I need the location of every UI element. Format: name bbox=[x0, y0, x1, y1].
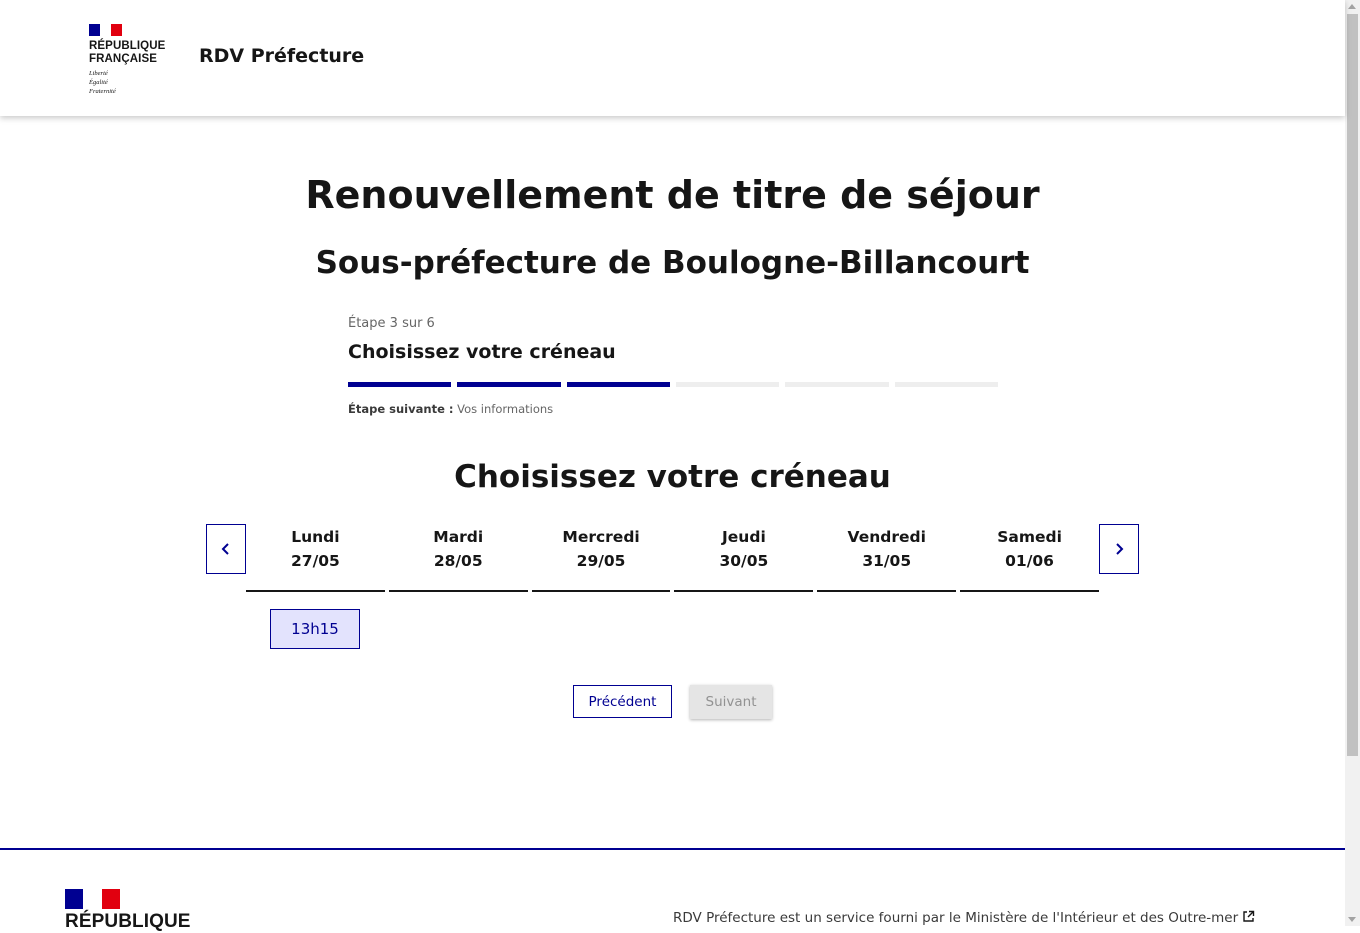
day-tab-mercredi[interactable]: Mercredi 29/05 bbox=[531, 524, 671, 592]
motto-fraternite: Fraternité bbox=[89, 88, 116, 95]
logo-text: RÉPUBLIQUE FRANÇAISE bbox=[89, 40, 165, 65]
step-bar-6 bbox=[894, 382, 998, 387]
day-date: 29/05 bbox=[576, 552, 626, 570]
day-name: Samedi bbox=[997, 528, 1062, 546]
scroll-up-icon[interactable] bbox=[1348, 4, 1356, 9]
section-title: Choisissez votre créneau bbox=[454, 459, 891, 495]
chevron-left-icon bbox=[221, 543, 229, 555]
footer-description-text: RDV Préfecture est un service fourni par… bbox=[673, 910, 1239, 926]
logo-line-1: RÉPUBLIQUE bbox=[89, 40, 166, 52]
page-title: Renouvellement de titre de séjour bbox=[305, 173, 1040, 217]
stepper-progress bbox=[348, 382, 998, 387]
day-name: Lundi bbox=[291, 528, 340, 546]
scrollbar-thumb[interactable] bbox=[1347, 14, 1358, 756]
step-bar-5 bbox=[785, 382, 889, 387]
stepper-next-label: Étape suivante : bbox=[348, 402, 454, 416]
stepper: Étape 3 sur 6 Choisissez votre créneau É… bbox=[348, 316, 998, 416]
step-bar-1 bbox=[348, 382, 452, 387]
step-bar-2 bbox=[457, 382, 561, 387]
motto-egalite: Égalité bbox=[89, 79, 108, 86]
step-bar-4 bbox=[675, 382, 780, 387]
page-subtitle: Sous-préfecture de Boulogne-Billancourt bbox=[315, 245, 1030, 281]
footer-logo-text: RÉPUBLIQUE bbox=[65, 911, 191, 932]
logo-motto: Liberté Égalité Fraternité bbox=[89, 69, 116, 96]
day-tab-mardi[interactable]: Mardi 28/05 bbox=[388, 524, 528, 592]
site-header: RÉPUBLIQUE FRANÇAISE Liberté Égalité Fra… bbox=[0, 0, 1345, 116]
day-date: 31/05 bbox=[862, 552, 912, 570]
next-week-button[interactable] bbox=[1099, 524, 1139, 574]
stepper-state: Étape 3 sur 6 bbox=[348, 316, 435, 331]
scroll-down-icon[interactable] bbox=[1348, 917, 1356, 922]
day-name: Vendredi bbox=[847, 528, 926, 546]
footer-description[interactable]: RDV Préfecture est un service fourni par… bbox=[673, 910, 1255, 926]
logo-line-2: FRANÇAISE bbox=[89, 52, 157, 65]
day-date: 01/06 bbox=[1005, 552, 1054, 570]
day-name: Jeudi bbox=[722, 528, 766, 546]
previous-button[interactable]: Précédent bbox=[573, 685, 672, 718]
step-bar-3 bbox=[566, 382, 670, 387]
day-date: 30/05 bbox=[719, 552, 769, 570]
motto-liberte: Liberté bbox=[89, 70, 108, 77]
service-title[interactable]: RDV Préfecture bbox=[199, 45, 364, 67]
day-tabs: Lundi 27/05 Mardi 28/05 Mercredi 29/05 J… bbox=[246, 524, 1099, 592]
day-tab-lundi[interactable]: Lundi 27/05 bbox=[246, 524, 385, 592]
stepper-next-step: Étape suivante : Vos informations bbox=[348, 402, 553, 416]
stepper-title: Choisissez votre créneau bbox=[348, 341, 616, 363]
previous-week-button[interactable] bbox=[206, 524, 246, 574]
stepper-next-value: Vos informations bbox=[457, 402, 554, 416]
day-date: 28/05 bbox=[433, 552, 483, 570]
chevron-right-icon bbox=[1116, 543, 1124, 555]
day-name: Mardi bbox=[433, 528, 484, 546]
external-link-icon bbox=[1243, 910, 1255, 922]
page-scrollbar[interactable] bbox=[1345, 0, 1360, 926]
next-button: Suivant bbox=[690, 685, 772, 719]
day-tab-jeudi[interactable]: Jeudi 30/05 bbox=[674, 524, 814, 592]
day-tab-vendredi[interactable]: Vendredi 31/05 bbox=[817, 524, 957, 592]
day-tab-samedi[interactable]: Samedi 01/06 bbox=[960, 524, 1099, 592]
time-slot-button[interactable]: 13h15 bbox=[270, 609, 360, 649]
day-date: 27/05 bbox=[291, 552, 340, 570]
marianne-icon bbox=[89, 24, 122, 36]
day-name: Mercredi bbox=[562, 528, 640, 546]
marianne-icon bbox=[65, 889, 120, 909]
footer-border bbox=[0, 848, 1345, 850]
